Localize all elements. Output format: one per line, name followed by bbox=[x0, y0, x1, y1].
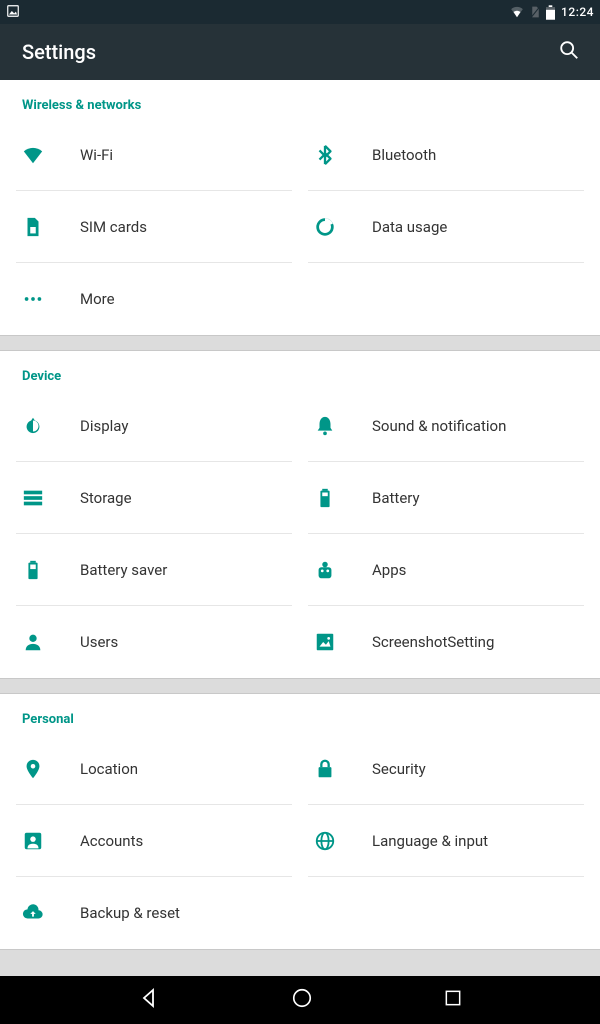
settings-item-data-usage[interactable]: Data usage bbox=[308, 191, 584, 263]
globe-icon bbox=[308, 830, 372, 852]
home-icon bbox=[291, 987, 313, 1009]
settings-item-sound[interactable]: Sound & notification bbox=[308, 390, 584, 462]
section-divider bbox=[0, 678, 600, 694]
battery-status-icon bbox=[546, 5, 555, 20]
settings-item-backup[interactable]: Backup & reset bbox=[16, 877, 292, 949]
sim-icon bbox=[16, 216, 80, 238]
settings-item-users[interactable]: Users bbox=[16, 606, 292, 678]
settings-item-label: Display bbox=[80, 417, 128, 435]
status-bar: 12:24 bbox=[0, 0, 600, 24]
settings-item-label: ScreenshotSetting bbox=[372, 633, 494, 651]
settings-item-battery-saver[interactable]: Battery saver bbox=[16, 534, 292, 606]
settings-item-more[interactable]: More bbox=[16, 263, 292, 335]
search-button[interactable] bbox=[558, 39, 580, 65]
settings-item-storage[interactable]: Storage bbox=[16, 462, 292, 534]
recent-apps-button[interactable] bbox=[443, 988, 463, 1012]
section-device: Device Display Sound & notification Stor… bbox=[0, 351, 600, 678]
section-wireless: Wireless & networks Wi-Fi Bluetooth SIM … bbox=[0, 80, 600, 335]
settings-item-label: More bbox=[80, 290, 115, 308]
settings-item-label: Backup & reset bbox=[80, 904, 180, 922]
settings-item-display[interactable]: Display bbox=[16, 390, 292, 462]
bell-icon bbox=[308, 415, 372, 437]
app-bar: Settings bbox=[0, 24, 600, 80]
back-button[interactable] bbox=[137, 986, 161, 1014]
user-icon bbox=[16, 631, 80, 653]
settings-item-screenshot[interactable]: ScreenshotSetting bbox=[308, 606, 584, 678]
cloud-upload-icon bbox=[16, 902, 80, 924]
settings-item-label: Wi-Fi bbox=[80, 146, 113, 164]
section-divider bbox=[0, 335, 600, 351]
settings-item-bluetooth[interactable]: Bluetooth bbox=[308, 119, 584, 191]
settings-item-accounts[interactable]: Accounts bbox=[16, 805, 292, 877]
apps-icon bbox=[308, 559, 372, 581]
wifi-icon bbox=[16, 144, 80, 166]
settings-item-label: Bluetooth bbox=[372, 146, 436, 164]
data-usage-icon bbox=[308, 216, 372, 238]
location-icon bbox=[16, 758, 80, 780]
home-button[interactable] bbox=[291, 987, 313, 1013]
settings-item-label: Storage bbox=[80, 489, 132, 507]
page-title: Settings bbox=[22, 40, 96, 64]
section-header-device: Device bbox=[0, 351, 600, 390]
settings-item-battery[interactable]: Battery bbox=[308, 462, 584, 534]
bluetooth-icon bbox=[308, 144, 372, 166]
image-icon bbox=[6, 4, 20, 21]
lock-icon bbox=[308, 758, 372, 780]
back-icon bbox=[137, 986, 161, 1010]
settings-item-sim[interactable]: SIM cards bbox=[16, 191, 292, 263]
settings-item-label: Apps bbox=[372, 561, 406, 579]
section-personal: Personal Location Security Accounts Lang… bbox=[0, 694, 600, 949]
no-sim-icon bbox=[529, 5, 542, 19]
settings-item-language[interactable]: Language & input bbox=[308, 805, 584, 877]
status-time: 12:24 bbox=[561, 5, 594, 19]
search-icon bbox=[558, 39, 580, 61]
settings-item-location[interactable]: Location bbox=[16, 733, 292, 805]
settings-item-label: Data usage bbox=[372, 218, 447, 236]
screenshot-icon bbox=[308, 631, 372, 653]
settings-item-label: Battery saver bbox=[80, 561, 167, 579]
navigation-bar bbox=[0, 976, 600, 1024]
settings-item-label: Language & input bbox=[372, 832, 488, 850]
settings-item-label: Users bbox=[80, 633, 118, 651]
section-header-wireless: Wireless & networks bbox=[0, 80, 600, 119]
settings-item-wifi[interactable]: Wi-Fi bbox=[16, 119, 292, 191]
settings-item-label: Battery bbox=[372, 489, 420, 507]
settings-item-label: Security bbox=[372, 760, 426, 778]
storage-icon bbox=[16, 487, 80, 509]
wifi-status-icon bbox=[509, 5, 525, 19]
settings-item-label: Location bbox=[80, 760, 138, 778]
battery-icon bbox=[308, 487, 372, 509]
settings-item-label: Accounts bbox=[80, 832, 143, 850]
section-header-personal: Personal bbox=[0, 694, 600, 733]
settings-item-security[interactable]: Security bbox=[308, 733, 584, 805]
account-icon bbox=[16, 830, 80, 852]
settings-item-label: SIM cards bbox=[80, 218, 147, 236]
more-icon bbox=[16, 288, 80, 310]
settings-item-apps[interactable]: Apps bbox=[308, 534, 584, 606]
display-icon bbox=[16, 415, 80, 437]
settings-item-label: Sound & notification bbox=[372, 417, 506, 435]
battery-saver-icon bbox=[16, 559, 80, 581]
section-divider bbox=[0, 949, 600, 959]
recent-icon bbox=[443, 988, 463, 1008]
